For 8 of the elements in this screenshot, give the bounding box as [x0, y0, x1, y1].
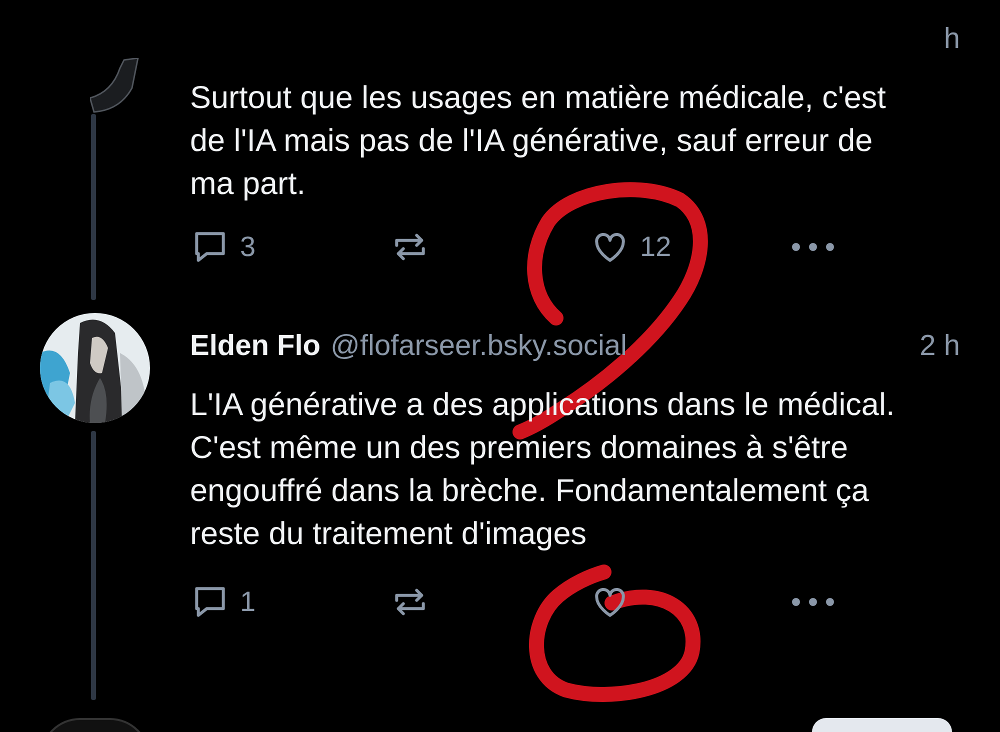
reply-button[interactable]: 1 — [190, 581, 390, 623]
post-time: 2 h — [920, 329, 960, 364]
post-time: h — [944, 22, 960, 58]
author-name: Elden Flo — [190, 329, 320, 364]
like-button[interactable]: 12 — [590, 226, 790, 268]
author-handle: @flofarseer.bsky.social — [330, 329, 627, 364]
reply-button[interactable]: 3 — [190, 226, 390, 268]
post-text: Surtout que les usages en matière médicale, c'est de l'IA mais pas de l'IA générative, sauf erreur de ma part. — [190, 78, 887, 203]
